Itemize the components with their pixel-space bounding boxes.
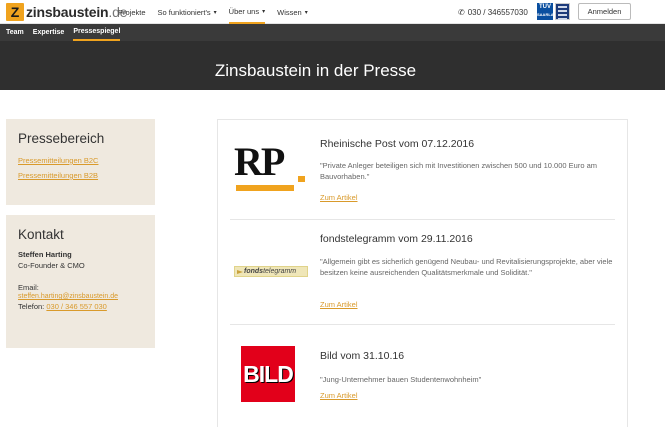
press-articles-list: RP Rheinische Post vom 07.12.2016 "Priva… xyxy=(217,119,628,427)
phone-icon: ✆ xyxy=(458,7,465,17)
rheinische-post-logo: RP xyxy=(234,142,305,204)
nav-item-so-funktionierts[interactable]: So funktioniert's ▾ xyxy=(158,0,217,24)
list-item: RP Rheinische Post vom 07.12.2016 "Priva… xyxy=(230,120,615,220)
nav-item-wissen[interactable]: Wissen ▾ xyxy=(277,0,308,24)
chevron-down-icon: ▾ xyxy=(304,9,308,16)
header-phone-number: 030 / 346557030 xyxy=(467,7,528,17)
article-title: fondstelegramm vom 29.11.2016 xyxy=(320,233,473,245)
main-nav: Projekte So funktioniert's ▾ Über uns ▾ Wi… xyxy=(118,0,320,24)
contact-phone: Telefon: 030 / 346 557 030 xyxy=(18,302,107,311)
contact-role: Co-Founder & CMO xyxy=(18,261,85,270)
subnav-item-expertise[interactable]: Expertise xyxy=(33,24,65,41)
chevron-down-icon: ▾ xyxy=(262,8,266,15)
login-button[interactable]: Anmelden xyxy=(578,3,631,20)
contact-email-link[interactable]: steffen.harting@zinsbaustein.de xyxy=(18,293,143,300)
press-releases-b2b-link[interactable]: Pressemitteilungen B2B xyxy=(18,171,143,180)
page-title: Zinsbaustein in der Presse xyxy=(214,61,417,80)
article-link[interactable]: Zum Artikel xyxy=(320,391,358,400)
logo-mark: Z xyxy=(6,3,24,21)
nav-item-ueber-uns[interactable]: Über uns ▾ xyxy=(228,0,266,24)
logo-wordmark: zinsbaustein.de xyxy=(26,4,128,20)
sub-navigation: Team Expertise Pressespiegel xyxy=(0,24,665,41)
press-area-box: Pressebereich Pressemitteilungen B2C Pre… xyxy=(6,119,155,205)
bild-logo: BILD xyxy=(241,346,295,402)
top-navigation-bar: Z zinsbaustein.de Projekte So funktionie… xyxy=(0,0,665,24)
certificate-badge xyxy=(555,3,570,20)
contact-title: Kontakt xyxy=(18,227,64,242)
list-item: fonds telegramm fondstelegramm vom 29.11.… xyxy=(230,220,615,325)
chevron-down-icon: ▾ xyxy=(213,9,217,16)
contact-name: Steffen Harting xyxy=(18,250,72,259)
article-quote: "Private Anleger beteiligen sich mit Inv… xyxy=(320,161,597,181)
contact-phone-link[interactable]: 030 / 346 557 030 xyxy=(46,302,106,311)
article-link[interactable]: Zum Artikel xyxy=(320,300,358,309)
nav-item-projekte[interactable]: Projekte xyxy=(118,0,146,24)
list-item: BILD Bild vom 31.10.16 "Jung-Unternehmer… xyxy=(230,325,615,427)
header-phone[interactable]: ✆ 030 / 346557030 xyxy=(458,0,528,24)
article-quote: "Allgemein gibt es sicherlich genügend N… xyxy=(320,257,613,277)
contact-box: Kontakt Steffen Harting Co-Founder & CMO… xyxy=(6,215,155,348)
tuv-seal: TÜV SAARLAND xyxy=(537,3,559,20)
article-title: Bild vom 31.10.16 xyxy=(320,350,405,362)
subnav-item-pressespiegel[interactable]: Pressespiegel xyxy=(73,24,121,41)
press-releases-b2c-link[interactable]: Pressemitteilungen B2C xyxy=(18,156,143,165)
subnav-item-team[interactable]: Team xyxy=(6,24,24,41)
article-link[interactable]: Zum Artikel xyxy=(320,193,358,202)
hero-banner: Team Expertise Pressespiegel Zinsbaustei… xyxy=(0,24,665,90)
zinsbaustein-logo[interactable]: Z zinsbaustein.de xyxy=(6,3,127,21)
press-area-title: Pressebereich xyxy=(18,131,105,146)
fondstelegramm-logo: fonds telegramm xyxy=(234,266,308,277)
contact-email-label: Email: xyxy=(18,283,39,292)
article-quote: "Jung-Unternehmer bauen Studentenwohnhei… xyxy=(320,375,482,384)
article-title: Rheinische Post vom 07.12.2016 xyxy=(320,138,475,150)
